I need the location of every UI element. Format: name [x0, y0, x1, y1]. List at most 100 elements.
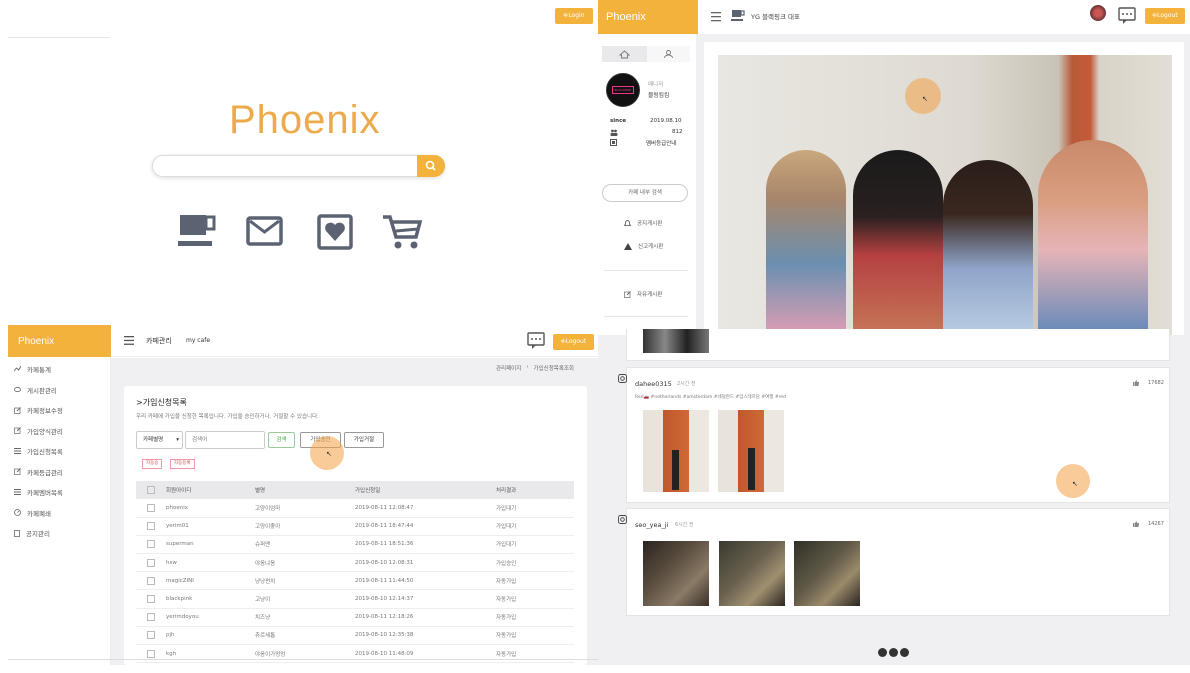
mail-icon[interactable]	[246, 216, 284, 246]
post-username[interactable]: dahee0315	[635, 380, 672, 388]
board-notice[interactable]: 공지게시판	[624, 219, 662, 227]
breadcrumb: 관리페이지 › 가입신청목록조회	[496, 364, 574, 372]
table-cell: 자동가입	[496, 608, 574, 627]
sidebar-item-notice[interactable]: 공지관리	[8, 523, 110, 544]
post-photo[interactable]	[643, 541, 709, 606]
row-checkbox[interactable]	[147, 613, 155, 622]
tab-home[interactable]	[602, 46, 647, 62]
breadcrumb-item[interactable]: 관리페이지	[496, 364, 521, 372]
tag-auto-register[interactable]: 자동등록	[170, 459, 195, 469]
table-cell: 츄르세톱	[255, 626, 355, 646]
post-photo[interactable]	[643, 329, 709, 353]
table-row[interactable]: superman 슈퍼맨 2019-08-11 18:51:36 가입대기	[136, 535, 574, 555]
table-cell: 고양이좋아	[255, 517, 355, 536]
table-row[interactable]: yerim01 고양이좋아 2019-08-11 18:47:44 가입대기	[136, 517, 574, 536]
table-cell: 2019-08-10 12:14:37	[355, 589, 496, 609]
post-photo[interactable]	[718, 410, 784, 492]
header-subtitle: my cafe	[186, 337, 211, 344]
divider	[8, 659, 598, 660]
reject-button[interactable]: 가입거절	[344, 432, 384, 448]
logout-button[interactable]: ⎆Logout	[553, 334, 594, 350]
tag-auto-approve[interactable]: 자동승	[142, 459, 163, 469]
table-row[interactable]: yerimdoyou 치즈냥 2019-08-11 12:18:26 자동가입	[136, 608, 574, 627]
post-photo[interactable]	[719, 541, 785, 606]
select-all-checkbox[interactable]	[147, 486, 155, 494]
file-icon	[14, 529, 20, 537]
tab-user[interactable]	[647, 46, 690, 62]
row-checkbox[interactable]	[147, 558, 155, 567]
board-report[interactable]: 신고게시판	[624, 242, 663, 250]
row-checkbox[interactable]	[147, 522, 155, 531]
post-tags: Red🚗 #netherlands #amsterdam #네덜란드 #암스테르…	[635, 395, 786, 400]
row-checkbox[interactable]	[147, 595, 155, 604]
list-icon	[14, 448, 21, 455]
search-button[interactable]	[417, 155, 445, 177]
panel-feed: dahee0315 2시간 전 17682 Red🚗 #netherlands …	[598, 329, 1190, 665]
photo-person	[853, 150, 943, 335]
table-cell: 2019-08-11 12:08:47	[355, 499, 496, 518]
search-input[interactable]	[163, 156, 418, 176]
table-cell: magicZINI	[166, 571, 255, 591]
sidebar-item-form[interactable]: 가입양식관리	[8, 421, 110, 442]
section-title: >가입신청목록	[136, 398, 187, 407]
filter-select[interactable]: 카페별명 ▾	[136, 431, 183, 449]
search-bar[interactable]	[152, 155, 445, 177]
table-cell: superman	[166, 535, 255, 555]
heart-card-icon[interactable]	[317, 214, 353, 250]
featured-photo[interactable]	[718, 55, 1172, 335]
sidebar-item-grades[interactable]: 카페등급관리	[8, 462, 110, 483]
table-cell: phoenix	[166, 499, 255, 518]
table-cell: 고냥이	[255, 589, 355, 609]
search-button[interactable]: 검색	[268, 432, 295, 448]
coffee-cup-icon[interactable]	[178, 213, 216, 249]
like-icon[interactable]	[1133, 380, 1139, 386]
sidebar-item-info[interactable]: 카페정보수정	[8, 400, 110, 421]
hamburger-menu-icon[interactable]	[711, 12, 723, 22]
column-header: 처리결과	[496, 481, 574, 499]
row-checkbox[interactable]	[147, 576, 155, 585]
chart-line-icon	[14, 366, 21, 372]
brand-logo[interactable]: Phoenix	[8, 325, 111, 357]
edit-icon	[14, 427, 21, 435]
like-icon[interactable]	[1133, 521, 1139, 527]
sidebar-item-applications[interactable]: 가입신청목록	[8, 441, 110, 462]
row-checkbox[interactable]	[147, 503, 155, 512]
table-row[interactable]: pjh 츄르세톱 2019-08-10 12:35:38 자동가입	[136, 626, 574, 646]
cursor-icon: ↖	[326, 450, 332, 458]
table-row[interactable]: blackpink 고냥이 2019-08-10 12:14:37 자동가입	[136, 589, 574, 609]
table-row[interactable]: magicZINI 냥냥펀치 2019-08-11 11:44:50 자동가입	[136, 571, 574, 591]
nickname[interactable]: 블링킴킴	[648, 90, 669, 99]
cart-icon[interactable]	[383, 213, 423, 251]
sidebar-item-close[interactable]: 카페폐쇄	[8, 503, 110, 524]
instagram-icon	[618, 374, 627, 383]
table-row[interactable]: hsw 야옹냐옹 2019-08-10 12:08:31 가입승인	[136, 553, 574, 573]
cafe-title[interactable]: YG 블랙핑크 대표	[751, 11, 800, 21]
post-photo[interactable]	[794, 541, 860, 606]
login-button[interactable]: ⎆Login	[555, 8, 593, 24]
table-row[interactable]: phoenix 고양이엄마 2019-08-11 12:08:47 가입대기	[136, 499, 574, 518]
grade-link[interactable]: 멤버등급안내	[646, 139, 676, 147]
sidebar-item-board[interactable]: 게시판관리	[8, 380, 110, 401]
post-photo[interactable]	[643, 410, 709, 492]
logout-button[interactable]: ⎆Logout	[1145, 8, 1185, 24]
brand-logo[interactable]: Phoenix	[598, 0, 698, 34]
board-free[interactable]: 자유게시판	[624, 290, 662, 298]
row-checkbox[interactable]	[147, 649, 155, 658]
grade-icon	[610, 139, 617, 146]
sidebar-item-stats[interactable]: 카페통계	[8, 359, 110, 380]
row-checkbox[interactable]	[147, 540, 155, 549]
table-cell: yerimdoyou	[166, 608, 255, 627]
chat-icon[interactable]	[1118, 7, 1136, 25]
breadcrumb-separator: ›	[526, 364, 529, 370]
post-username[interactable]: seo_yea_ji	[635, 521, 668, 529]
table-cell: pjh	[166, 626, 255, 646]
table-cell: 자동가입	[496, 571, 574, 591]
sidebar-item-members[interactable]: 카페멤버목록	[8, 482, 110, 503]
row-checkbox[interactable]	[147, 631, 155, 640]
cursor-icon: ↖	[1072, 480, 1078, 488]
hamburger-menu-icon[interactable]	[124, 336, 134, 345]
avatar[interactable]	[1090, 5, 1106, 21]
search-input[interactable]	[185, 431, 265, 449]
cafe-search-button[interactable]: 카페 내부 검색	[602, 184, 688, 202]
chat-icon[interactable]	[527, 332, 545, 350]
